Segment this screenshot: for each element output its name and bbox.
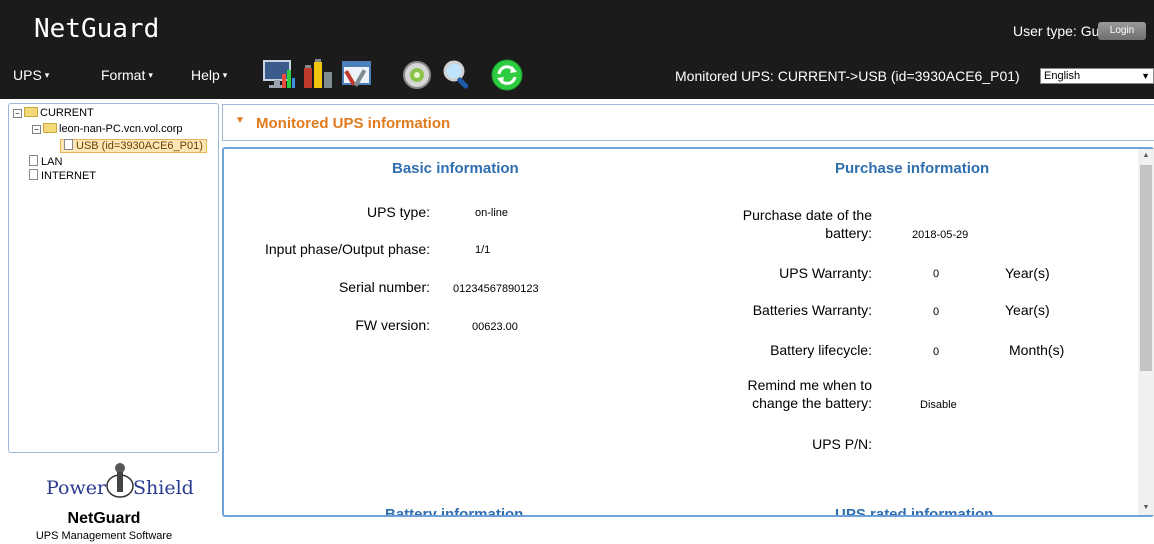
purchase-date-value: 2018-05-29 — [912, 229, 969, 241]
content-scrollbar[interactable]: ▲ ▼ — [1138, 149, 1154, 515]
document-icon — [29, 169, 38, 180]
device-tree: − CURRENT − leon-nan-PC.vcn.vol.corp USB (… — [8, 103, 219, 453]
ups-warranty-label: UPS Warranty: — [779, 265, 872, 281]
basic-info-heading: Basic information — [392, 160, 519, 177]
menu-format[interactable]: Format ▾ — [101, 67, 153, 83]
menu-ups[interactable]: UPS ▾ — [13, 67, 49, 83]
chevron-down-icon: ▾ — [44, 70, 50, 80]
menu-help[interactable]: Help ▾ — [191, 67, 227, 83]
chevron-down-icon: ▾ — [148, 70, 153, 80]
tree-node-lan-label: LAN — [41, 156, 63, 168]
battery-lifecycle-unit: Month(s) — [1009, 342, 1065, 358]
batteries-warranty-unit: Year(s) — [1005, 302, 1050, 318]
purchase-date-label-line1: Purchase date of the — [742, 207, 872, 223]
purchase-info-heading: Purchase information — [835, 160, 990, 177]
expand-arrow-icon: ▼ — [235, 115, 245, 126]
svg-text:Power: Power — [46, 477, 107, 499]
batteries-warranty-value: 0 — [933, 306, 940, 318]
tree-node-host[interactable]: − leon-nan-PC.vcn.vol.corp — [32, 122, 183, 136]
batteries-warranty-label: Batteries Warranty: — [752, 302, 872, 318]
settings-tools-icon[interactable] — [340, 58, 374, 92]
serial-value: 01234567890123 — [453, 283, 539, 295]
fw-value: 00623.00 — [472, 321, 518, 333]
monitor-chart-icon[interactable] — [262, 58, 296, 92]
refresh-icon[interactable] — [490, 58, 524, 92]
collapse-icon[interactable]: − — [13, 109, 22, 118]
ups-info-panel: Basic information UPS type: on-line Inpu… — [222, 147, 1154, 517]
battery-info-heading: Battery information — [385, 506, 524, 517]
app-title: NetGuard — [34, 14, 160, 44]
event-log-icon[interactable] — [400, 58, 434, 92]
ups-warranty-unit: Year(s) — [1005, 265, 1050, 281]
login-button[interactable]: Login — [1098, 22, 1146, 40]
folder-icon — [24, 107, 38, 117]
document-icon — [64, 139, 73, 150]
ups-type-label: UPS type: — [366, 204, 430, 220]
phase-value: 1/1 — [475, 244, 491, 256]
top-header: NetGuard User type: Guest Login UPS ▾ For… — [0, 0, 1154, 99]
chevron-down-icon: ▼ — [1141, 71, 1150, 81]
tree-node-usb[interactable]: USB (id=3930ACE6_P01) — [60, 139, 207, 153]
tree-node-usb-label: USB (id=3930ACE6_P01) — [76, 140, 203, 152]
logo-mark: Power Shield — [46, 463, 194, 499]
monitored-ups-label: Monitored UPS: CURRENT->USB (id=3930ACE6… — [675, 68, 1020, 84]
scroll-up-icon[interactable]: ▲ — [1138, 149, 1154, 163]
serial-label: Serial number: — [338, 279, 430, 295]
tree-node-usb-selected[interactable]: USB (id=3930ACE6_P01) — [60, 139, 207, 153]
language-select[interactable]: English ▼ — [1040, 68, 1154, 84]
remind-label-line2: change the battery: — [752, 395, 872, 411]
battery-lifecycle-label: Battery lifecycle: — [770, 342, 872, 358]
section-header[interactable]: ▼ Monitored UPS information — [222, 104, 1154, 141]
folder-icon — [43, 123, 57, 133]
document-icon — [29, 155, 38, 166]
purchase-date-label-line2: battery: — [825, 225, 872, 241]
fw-label: FW version: — [355, 317, 430, 333]
ups-type-value: on-line — [475, 207, 509, 219]
tree-node-current[interactable]: − CURRENT — [13, 106, 94, 120]
logo-subtitle: UPS Management Software — [35, 530, 173, 542]
remind-value: Disable — [920, 399, 957, 411]
scroll-down-icon[interactable]: ▼ — [1138, 501, 1154, 515]
collapse-icon[interactable]: − — [32, 125, 41, 134]
search-icon[interactable] — [440, 58, 474, 92]
chevron-down-icon: ▾ — [222, 70, 228, 80]
tree-node-host-label: leon-nan-PC.vcn.vol.corp — [59, 123, 183, 135]
remind-label-line1: Remind me when to — [747, 377, 872, 393]
battery-lifecycle-value: 0 — [933, 346, 940, 358]
rated-info-heading: UPS rated information — [835, 506, 994, 517]
menu-format-label: Format — [101, 67, 146, 83]
ups-warranty-value: 0 — [933, 268, 940, 280]
tree-node-current-label: CURRENT — [40, 107, 94, 119]
scroll-thumb[interactable] — [1140, 165, 1152, 371]
phase-label: Input phase/Output phase: — [264, 241, 430, 257]
logo-name: NetGuard — [67, 510, 141, 527]
tree-node-lan[interactable]: LAN — [29, 155, 62, 169]
tree-node-internet[interactable]: INTERNET — [29, 169, 96, 183]
svg-text:Shield: Shield — [133, 477, 194, 499]
language-value: English — [1044, 70, 1081, 82]
battery-bars-icon[interactable] — [300, 58, 334, 92]
menu-help-label: Help — [191, 67, 220, 83]
tree-node-internet-label: INTERNET — [41, 170, 96, 182]
section-title: Monitored UPS information — [256, 115, 451, 132]
ups-pn-label: UPS P/N: — [812, 436, 872, 452]
menu-ups-label: UPS — [13, 67, 42, 83]
powershield-logo: Power Shield NetGuard UPS Management Sof… — [24, 456, 214, 544]
